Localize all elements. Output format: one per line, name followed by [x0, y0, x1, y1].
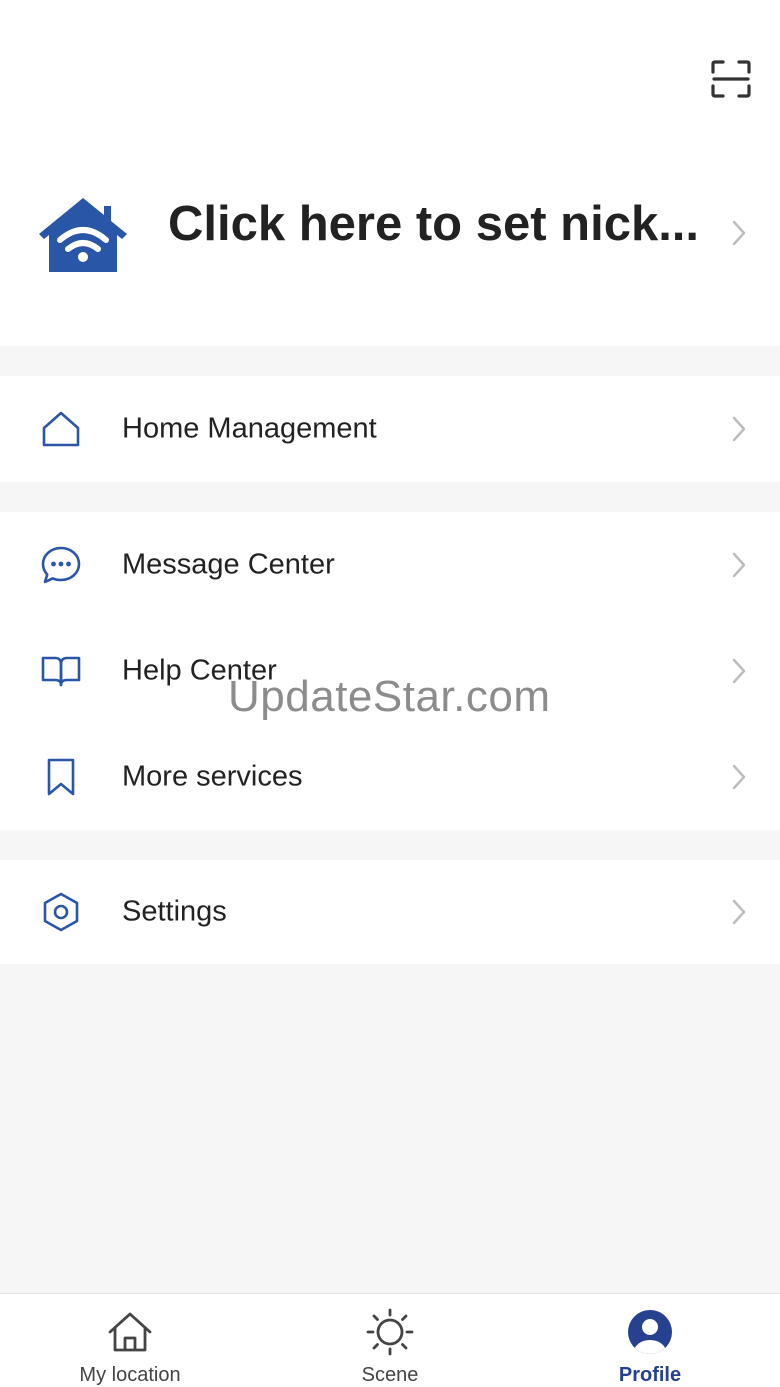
profile-screen: Click here to set nick... Home Managemen…: [0, 0, 780, 1387]
bottom-tab-bar: My location Scene Profile: [0, 1293, 780, 1387]
home-icon: [36, 404, 86, 454]
tab-label-profile: Profile: [618, 1364, 682, 1386]
chevron-right-icon: [730, 897, 748, 927]
menu-item-settings[interactable]: Settings: [0, 860, 780, 964]
tab-label-my-location: My location: [79, 1364, 181, 1386]
tab-label-scene: Scene: [361, 1364, 419, 1386]
home-section: Home Management: [0, 376, 780, 482]
chevron-right-icon: [730, 414, 748, 444]
home-wifi-icon: [39, 198, 127, 272]
chevron-right-icon: [730, 218, 748, 248]
menu-label-home-management: Home Management: [122, 412, 377, 445]
settings-section: Settings: [0, 860, 780, 964]
nickname-text[interactable]: Click here to set nick...: [168, 196, 716, 252]
chevron-right-icon: [730, 656, 748, 686]
chevron-right-icon: [730, 550, 748, 580]
scan-button[interactable]: [706, 56, 756, 102]
sun-icon: [365, 1308, 415, 1356]
chevron-right-icon: [730, 762, 748, 792]
services-section: Message Center Help Center More services: [0, 512, 780, 830]
book-icon: [36, 646, 86, 696]
bookmark-icon: [36, 752, 86, 802]
profile-header: Click here to set nick...: [0, 0, 780, 346]
avatar[interactable]: [36, 194, 130, 274]
menu-label-more-services: More services: [122, 760, 303, 793]
house-icon: [105, 1308, 155, 1356]
user-circle-icon: [625, 1308, 675, 1356]
hexagon-gear-icon: [36, 887, 86, 937]
nickname-row[interactable]: Click here to set nick...: [0, 170, 780, 280]
tab-profile[interactable]: Profile: [520, 1294, 780, 1387]
scan-icon: [711, 60, 751, 98]
menu-label-settings: Settings: [122, 895, 227, 928]
chat-bubble-icon: [36, 540, 86, 590]
menu-item-message-center[interactable]: Message Center: [0, 512, 780, 618]
menu-item-more-services[interactable]: More services: [0, 724, 780, 830]
tab-my-location[interactable]: My location: [0, 1294, 260, 1387]
watermark: UpdateStar.com: [228, 672, 551, 721]
tab-scene[interactable]: Scene: [260, 1294, 520, 1387]
menu-label-message-center: Message Center: [122, 548, 335, 581]
menu-item-home-management[interactable]: Home Management: [0, 376, 780, 482]
